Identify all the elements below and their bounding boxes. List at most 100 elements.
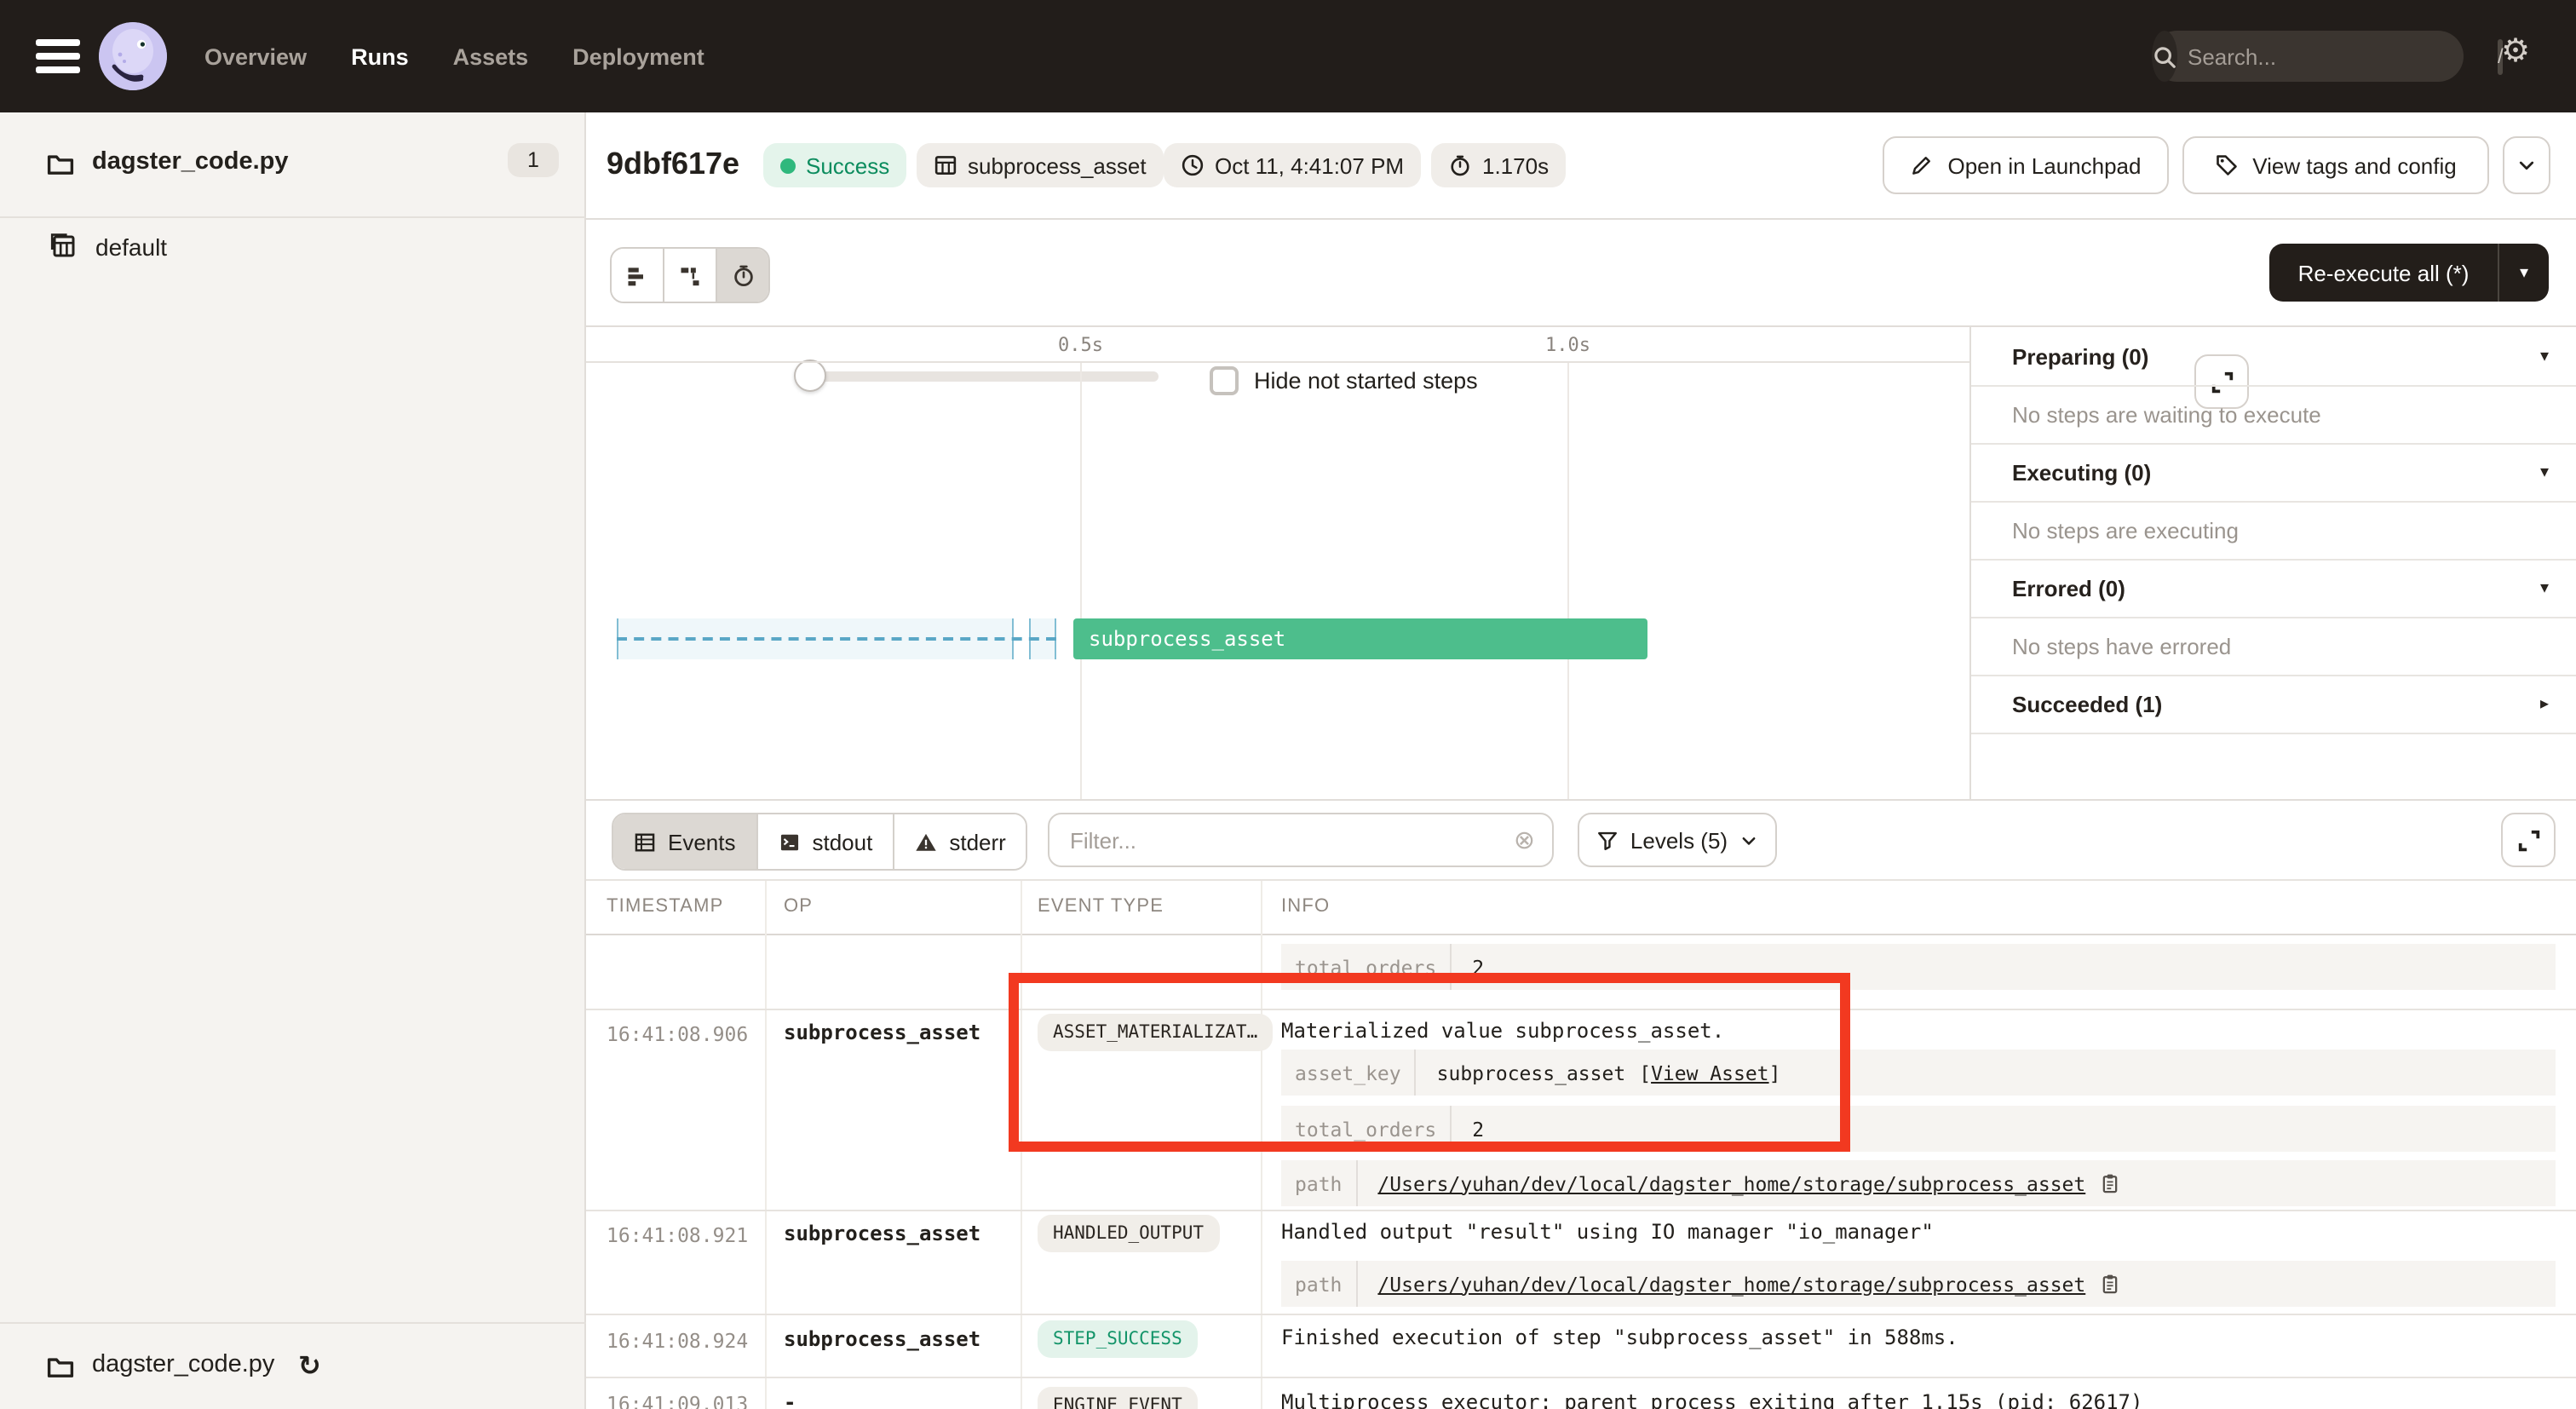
event-type-badge: HANDLED_OUTPUT [1038, 1215, 1219, 1252]
view-tags-config-button[interactable]: View tags and config [2182, 136, 2489, 194]
folder-icon [46, 1353, 75, 1382]
log-view-tabs: Events stdout stderr [612, 813, 1028, 871]
caret-down-icon: ▾ [2540, 348, 2549, 366]
sidebar-item-job-default[interactable]: default [0, 216, 586, 283]
gear-icon[interactable]: ⚙ [2501, 36, 2530, 68]
panel-section-succeeded[interactable]: Succeeded (1)▸ [1971, 676, 2576, 734]
event-type-badge-success: STEP_SUCCESS [1038, 1320, 1198, 1358]
gantt-chart: 0.5s 1.0s subprocess_asset [586, 327, 2576, 801]
repo-name: dagster_code.py [92, 148, 289, 175]
reexecute-dropdown-caret[interactable]: ▾ [2498, 244, 2549, 302]
stopwatch-icon [1448, 153, 1472, 177]
copy-icon[interactable] [2099, 1273, 2121, 1295]
sidebar-footer: dagster_code.py ↻ [0, 1322, 586, 1409]
global-search[interactable]: / [2152, 31, 2464, 82]
col-op: OP [784, 896, 813, 917]
kv-path: path /Users/yuhan/dev/local/dagster_home… [1281, 1160, 2556, 1206]
run-header: 9dbf617e Success subprocess_asset Oct 11… [586, 112, 2576, 220]
dagster-app: Overview Runs Assets Deployment / ⚙ dags… [0, 0, 2576, 1409]
log-filter-inputbox: ⊗ [1048, 813, 1554, 867]
open-in-launchpad-button[interactable]: Open in Launchpad [1883, 136, 2169, 194]
footer-repo-name: dagster_code.py [92, 1351, 274, 1378]
log-filter-input[interactable] [1067, 825, 1514, 854]
view-mode-waterfall-button[interactable] [664, 249, 717, 302]
kv-path: path /Users/yuhan/dev/local/dagster_home… [1281, 1261, 2556, 1307]
tab-events[interactable]: Events [613, 814, 758, 869]
tick-0-5s: 0.5s [1058, 334, 1103, 356]
row-timestamp: 16:41:08.921 [607, 1223, 748, 1247]
status-dot-icon [780, 158, 796, 173]
table-rows-icon [634, 831, 656, 853]
view-asset-link[interactable]: View Asset [1651, 1061, 1769, 1084]
panel-section-executing[interactable]: Executing (0)▾ [1971, 445, 2576, 503]
asset-tag[interactable]: subprocess_asset [917, 143, 1164, 187]
col-timestamp: TIMESTAMP [607, 896, 724, 917]
panel-body-preparing: No steps are waiting to execute [1971, 387, 2576, 445]
nav-overview[interactable]: Overview [204, 43, 307, 69]
row-op: subprocess_asset [784, 1021, 980, 1044]
screenshot-viewport: Overview Runs Assets Deployment / ⚙ dags… [0, 0, 2576, 1409]
clear-filter-icon[interactable]: ⊗ [1514, 827, 1535, 853]
gantt-view-mode-group [610, 247, 770, 303]
gantt-toolbar: Hide not started steps Re-execute all (*… [586, 220, 2576, 327]
tag-icon [2215, 153, 2239, 177]
column-divider [1021, 881, 1022, 1409]
row-message: Materialized value subprocess_asset. [1281, 1019, 1724, 1043]
nav-assets[interactable]: Assets [453, 43, 529, 69]
col-info: INFO [1281, 896, 1330, 917]
octopus-logo-icon [99, 22, 167, 90]
row-message: Handled output "result" using IO manager… [1281, 1220, 1934, 1244]
gantt-bar-subprocess-asset[interactable]: subprocess_asset [1073, 618, 1647, 659]
folder-icon [46, 150, 75, 179]
repo-count-badge: 1 [508, 143, 559, 177]
row-message: Finished execution of step "subprocess_a… [1281, 1326, 1958, 1349]
flat-list-icon [625, 263, 649, 287]
path-link[interactable]: /Users/yuhan/dev/local/dagster_home/stor… [1377, 1171, 2085, 1195]
tick-1-0s: 1.0s [1545, 334, 1590, 356]
panel-section-errored[interactable]: Errored (0)▾ [1971, 561, 2576, 618]
hamburger-menu-icon[interactable] [36, 39, 80, 73]
levels-filter-button[interactable]: Levels (5) [1578, 813, 1777, 867]
run-id: 9dbf617e [607, 147, 739, 182]
row-message: Multiprocess executor: parent process ex… [1281, 1390, 2142, 1409]
warning-triangle-icon [915, 831, 937, 853]
copy-icon[interactable] [2099, 1172, 2121, 1194]
caret-down-icon: ▾ [2540, 463, 2549, 482]
view-mode-flat-button[interactable] [612, 249, 664, 302]
nav-deployment[interactable]: Deployment [572, 43, 704, 69]
panel-section-preparing[interactable]: Preparing (0)▾ [1971, 329, 2576, 387]
row-op: subprocess_asset [784, 1222, 980, 1245]
gridline-1-0s [1567, 363, 1569, 801]
main-content: 9dbf617e Success subprocess_asset Oct 11… [586, 112, 2576, 1409]
stopwatch-icon [730, 262, 756, 288]
left-sidebar: dagster_code.py 1 default dagster_code.p… [0, 112, 586, 1409]
log-table-header: TIMESTAMP OP EVENT TYPE INFO [586, 881, 2576, 935]
sidebar-item-repo[interactable]: dagster_code.py 1 [0, 112, 586, 218]
row-timestamp: 16:41:09.013 [607, 1392, 748, 1409]
waterfall-icon [678, 263, 702, 287]
tab-stderr[interactable]: stderr [894, 814, 1026, 869]
tab-stdout[interactable]: stdout [758, 814, 895, 869]
nav-runs[interactable]: Runs [351, 43, 409, 69]
expand-icon [2516, 827, 2541, 853]
gridline-0-5s [1080, 363, 1082, 801]
row-timestamp: 16:41:08.924 [607, 1329, 748, 1353]
logs-fullscreen-button[interactable] [2501, 813, 2556, 867]
status-badge: Success [763, 143, 906, 187]
path-link[interactable]: /Users/yuhan/dev/local/dagster_home/stor… [1377, 1272, 2085, 1296]
event-type-badge: ENGINE_EVENT [1038, 1387, 1198, 1409]
events-toolbar: Events stdout stderr [586, 801, 2576, 881]
terminal-icon [779, 831, 801, 853]
step-status-panel: Preparing (0)▾ No steps are waiting to e… [1971, 327, 2576, 801]
row-timestamp: 16:41:08.906 [607, 1022, 748, 1046]
search-input[interactable] [2177, 43, 2498, 69]
kv-total-orders: total_orders 2 [1281, 944, 2556, 990]
panel-body-errored: No steps have errored [1971, 618, 2576, 676]
row-op: - [784, 1390, 796, 1409]
run-actions-chevron-button[interactable] [2503, 136, 2550, 194]
dagster-logo[interactable] [99, 22, 167, 90]
view-mode-timed-button[interactable] [717, 249, 768, 302]
reexecute-all-button[interactable]: Re-execute all (*) ▾ [2269, 244, 2549, 302]
kv-total-orders: total_orders 2 [1281, 1106, 2556, 1152]
reload-repo-icon[interactable]: ↻ [298, 1349, 321, 1382]
